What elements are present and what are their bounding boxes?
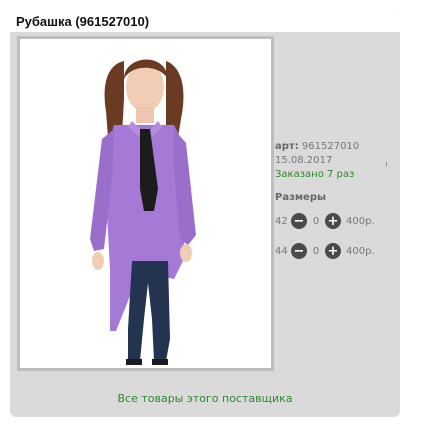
sizes-title: Размеры [275, 192, 327, 203]
size-row: 44 − 0 + 400р. [275, 242, 375, 260]
product-card: Рубашка (961527010) арт: 961527010 15.08… [10, 10, 400, 417]
ordered-count: Заказано 7 раз [275, 169, 355, 180]
product-photo[interactable] [20, 39, 271, 368]
product-date: 15.08.2017 [275, 155, 333, 166]
plus-circle-icon[interactable]: + [325, 243, 341, 259]
all-supplier-products-link[interactable]: Все товары этого поставщика [10, 392, 400, 405]
size-price: 400р. [346, 215, 375, 227]
product-title: Рубашка (961527010) [16, 14, 150, 29]
product-info: арт: 961527010 15.08.2017 Заказано 7 раз [275, 140, 359, 182]
size-row: 42 − 0 + 400р. [275, 212, 375, 230]
size-label: 42 [275, 215, 288, 227]
divider-tick [386, 162, 387, 167]
size-label: 44 [275, 245, 288, 257]
minus-circle-icon[interactable]: − [291, 243, 307, 259]
title-bar: Рубашка (961527010) [10, 10, 400, 32]
minus-circle-icon[interactable]: − [291, 213, 307, 229]
product-photo-frame[interactable] [17, 36, 274, 371]
quantity-value: 0 [312, 245, 320, 257]
article-line: арт: 961527010 [275, 140, 359, 154]
quantity-value: 0 [312, 215, 320, 227]
article-label: арт: [275, 141, 299, 152]
size-price: 400р. [346, 245, 375, 257]
article-value: 961527010 [301, 141, 360, 152]
plus-circle-icon[interactable]: + [325, 213, 341, 229]
